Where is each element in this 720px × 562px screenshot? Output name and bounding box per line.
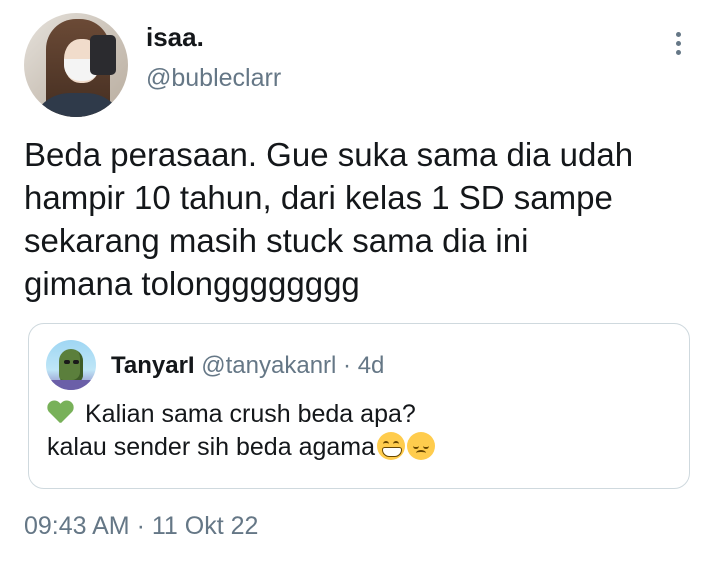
grinning-face-icon — [377, 432, 406, 460]
quoted-tweet[interactable]: TanyarI @tanyakanrl · 4d Kalian sama cru… — [28, 323, 690, 489]
avatar[interactable] — [24, 13, 128, 117]
author-display-name[interactable]: isaa. — [146, 22, 204, 53]
avatar-eye-left — [64, 360, 70, 364]
avatar-eye-right — [73, 360, 79, 364]
quoted-text-line-1: Kalian sama crush beda apa? — [47, 400, 416, 429]
tweet-timestamp[interactable]: 09:43 AM · 11 Okt 22 — [24, 512, 258, 541]
quoted-text-line-2: kalau sender sih beda agama — [47, 432, 436, 462]
pensive-face-icon — [407, 432, 436, 460]
quoted-header: TanyarI @tanyakanrl · 4d — [111, 352, 384, 380]
quoted-text-line-1-text: Kalian sama crush beda apa? — [85, 400, 416, 428]
avatar-shirt — [30, 93, 126, 117]
quoted-age: · 4d — [343, 352, 385, 379]
quoted-avatar[interactable] — [46, 340, 96, 390]
quoted-display-name[interactable]: TanyarI — [111, 352, 195, 379]
avatar-phone — [90, 35, 116, 75]
quoted-handle[interactable]: @tanyakanrl — [201, 352, 336, 379]
avatar-pickle — [59, 349, 83, 383]
green-heart-icon — [47, 401, 73, 425]
tweet-text: Beda perasaan. Gue suka sama dia udah ha… — [24, 136, 634, 302]
author-handle[interactable]: @bubleclarr — [146, 64, 281, 93]
more-options-icon[interactable] — [672, 32, 684, 60]
quoted-text-line-2-text: kalau sender sih beda agama — [47, 433, 376, 461]
avatar-base — [46, 380, 96, 390]
